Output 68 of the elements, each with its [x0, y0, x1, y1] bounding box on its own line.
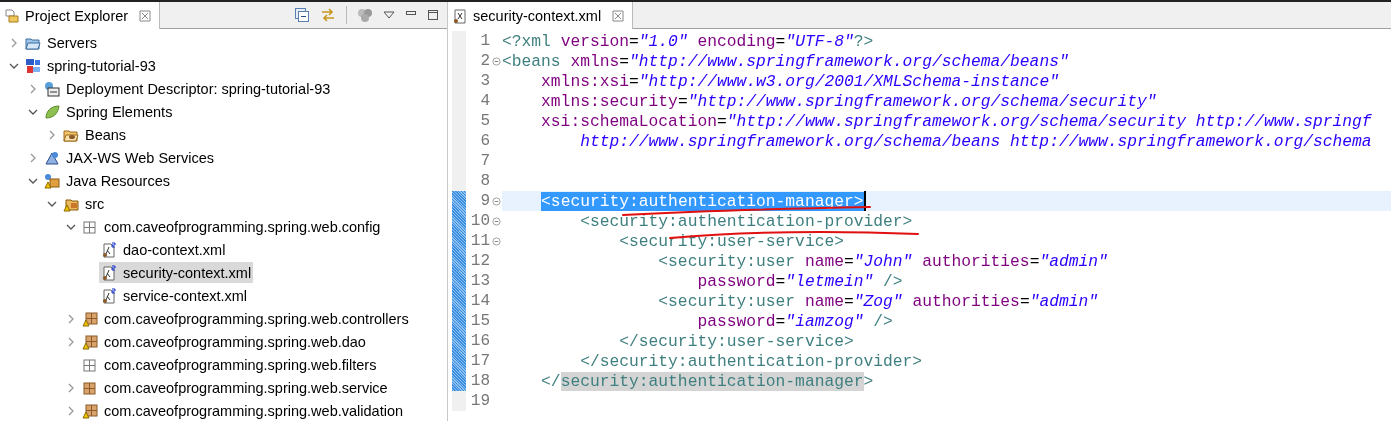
- tree-item[interactable]: Deployment Descriptor: spring-tutorial-93: [42, 78, 333, 99]
- tree-item[interactable]: Spring Elements: [42, 101, 175, 122]
- tree-item[interactable]: src: [61, 193, 107, 214]
- fold-icon[interactable]: [491, 56, 501, 66]
- fold-icon[interactable]: [491, 216, 501, 226]
- line-number: 5: [479, 112, 490, 130]
- code-line: <security:user-service>: [618, 231, 844, 251]
- tree-item[interactable]: com.caveofprogramming.spring.web.filters: [80, 354, 379, 375]
- tree-item[interactable]: security-context.xml: [99, 262, 254, 283]
- text-cursor: [863, 191, 866, 211]
- link-editor-icon[interactable]: [320, 7, 336, 23]
- line-number: 18: [469, 372, 490, 390]
- code-line: </security:user-service>: [618, 331, 854, 351]
- line-number: 4: [479, 92, 490, 110]
- tab-title: security-context.xml: [473, 7, 602, 24]
- close-icon[interactable]: [139, 9, 152, 22]
- code-line: password="letmein" />: [696, 271, 903, 291]
- code-line: xmlns:security="http://www.springframework.org/schema/security": [540, 91, 1157, 111]
- tree-item[interactable]: Java Resources: [42, 170, 172, 191]
- tree-item[interactable]: com.caveofprogramming.spring.web.controllers: [80, 308, 411, 329]
- code-line: xmlns:xsi="http://www.w3.org/2001/XMLSchema-instance": [540, 71, 1059, 91]
- tree-item[interactable]: Servers: [23, 32, 99, 53]
- line-number: 19: [469, 392, 490, 410]
- tree-item[interactable]: spring-tutorial-93: [23, 55, 158, 76]
- line-number: 7: [479, 152, 490, 170]
- tree-item[interactable]: Beans: [61, 124, 129, 145]
- line-number: 14: [469, 292, 490, 310]
- line-number: 16: [469, 332, 490, 350]
- project-explorer-tab[interactable]: Project Explorer: [0, 2, 161, 29]
- code-line: </security:authentication-provider>: [579, 351, 923, 371]
- editor-tab[interactable]: security-context.xml: [448, 2, 634, 29]
- explorer-icon: [4, 7, 20, 24]
- line-number: 17: [469, 352, 490, 370]
- fold-icon[interactable]: [491, 196, 501, 206]
- fold-icon[interactable]: [491, 236, 501, 246]
- code-line: <security:user name="Zog" authorities="admin": [657, 291, 1099, 311]
- collapse-all-icon[interactable]: [294, 7, 310, 23]
- line-number: 1: [479, 32, 490, 50]
- line-number: 13: [469, 272, 490, 290]
- code-line: password="iamzog" />: [696, 311, 893, 331]
- tree-item[interactable]: JAX-WS Web Services: [42, 147, 216, 168]
- code-line: <security:user name="John" authorities="admin": [657, 251, 1108, 271]
- tree-item[interactable]: com.caveofprogramming.spring.web.config: [80, 216, 383, 237]
- code-line: xsi:schemaLocation="http://www.springframework.org/schema/security http://www.springf: [540, 111, 1372, 131]
- tree-item[interactable]: dao-context.xml: [99, 239, 228, 260]
- line-number: 12: [469, 252, 490, 270]
- view-menu-icon[interactable]: [383, 11, 395, 19]
- code-line: <?xml version="1.0" encoding="UTF-8"?>: [502, 31, 874, 51]
- tab-title: Project Explorer: [25, 7, 129, 24]
- tree-item[interactable]: com.caveofprogramming.spring.web.dao: [80, 331, 368, 352]
- line-number: 10: [469, 212, 490, 230]
- xml-file-icon: [452, 7, 468, 24]
- tree-item[interactable]: com.caveofprogramming.spring.web.service: [80, 377, 390, 398]
- code-line: http://www.springframework.org/schema/beans http://www.springframework.org/schema: [579, 131, 1372, 151]
- maximize-icon[interactable]: [427, 9, 439, 21]
- code-line: <beans xmlns="http://www.springframework.org/schema/beans": [502, 51, 1069, 71]
- line-number: 6: [479, 132, 490, 150]
- code-line: <security:authentication-provider>: [579, 211, 913, 231]
- line-number: 8: [479, 172, 490, 190]
- tree-item[interactable]: com.caveofprogramming.spring.web.validation: [80, 400, 405, 421]
- tree-item[interactable]: service-context.xml: [99, 285, 250, 306]
- line-number: 2: [479, 52, 490, 70]
- line-number: 11: [469, 232, 490, 250]
- line-number: 3: [479, 72, 490, 90]
- close-icon[interactable]: [612, 9, 625, 22]
- code-line: </security:authentication-manager>: [540, 371, 874, 391]
- line-number: 15: [469, 312, 490, 330]
- line-number: 9: [479, 192, 490, 210]
